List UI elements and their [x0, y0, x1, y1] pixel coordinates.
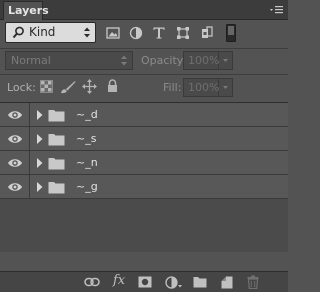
- blend-row: Normal Opacity: 100%: [0, 49, 288, 74]
- folder-icon: [48, 158, 65, 170]
- eye-icon: [8, 135, 22, 143]
- lock-all-icon[interactable]: [107, 79, 118, 96]
- visibility-toggle[interactable]: [0, 175, 30, 199]
- eye-icon: [8, 159, 22, 167]
- search-icon: [12, 26, 25, 45]
- eye-icon: [8, 111, 22, 119]
- fill-input[interactable]: 100%: [183, 78, 219, 97]
- add-mask-icon[interactable]: [138, 276, 152, 291]
- chevron-down-icon: [223, 59, 228, 62]
- tab-layers[interactable]: Layers: [3, 1, 49, 20]
- new-group-icon[interactable]: [193, 276, 207, 291]
- panel-titlebar: Layers: [0, 0, 288, 20]
- smart-object-filter-icon[interactable]: [200, 26, 214, 43]
- adjustment-filter-icon[interactable]: [129, 26, 143, 43]
- folder-icon: [48, 182, 65, 194]
- updown-arrows-icon: [83, 26, 91, 45]
- eye-icon: [8, 183, 22, 191]
- expand-arrow-icon[interactable]: [36, 110, 43, 120]
- expand-arrow-icon[interactable]: [36, 158, 43, 168]
- opacity-label: Opacity:: [141, 54, 187, 67]
- new-layer-icon[interactable]: [221, 276, 233, 292]
- link-layers-icon[interactable]: [84, 277, 100, 290]
- layer-row[interactable]: ~_s: [0, 127, 288, 151]
- fill-label: Fill:: [163, 81, 182, 94]
- visibility-toggle[interactable]: [0, 151, 30, 175]
- image-filter-icon[interactable]: [106, 26, 120, 43]
- layer-name: ~_n: [76, 156, 98, 169]
- folder-icon: [48, 134, 65, 146]
- new-adjustment-icon[interactable]: [165, 276, 183, 292]
- updown-arrows-icon: [120, 54, 128, 72]
- chevron-down-icon: [223, 86, 228, 89]
- shape-filter-icon[interactable]: [176, 26, 190, 43]
- layer-row[interactable]: ~_g: [0, 175, 288, 199]
- opacity-input[interactable]: 100%: [183, 51, 219, 70]
- lock-image-pixels-icon[interactable]: [60, 80, 76, 97]
- add-style-icon[interactable]: fx: [113, 273, 125, 288]
- expand-arrow-icon[interactable]: [36, 134, 43, 144]
- visibility-toggle[interactable]: [0, 103, 30, 127]
- opacity-dropdown[interactable]: [219, 51, 233, 70]
- lock-label: Lock:: [7, 81, 36, 94]
- visibility-toggle[interactable]: [0, 127, 30, 151]
- lock-transparent-pixels-icon[interactable]: [40, 80, 53, 96]
- blend-mode-label: Normal: [11, 54, 51, 67]
- expand-arrow-icon[interactable]: [36, 182, 43, 192]
- filter-kind-select[interactable]: Kind: [5, 22, 96, 43]
- layers-bottom-toolbar: fx: [0, 271, 288, 292]
- lock-row: Lock: Fill: 100%: [0, 75, 288, 100]
- layers-list: ~_d ~_s ~_n ~_g: [0, 102, 288, 252]
- delete-layer-icon[interactable]: [247, 275, 259, 292]
- layer-name: ~_s: [76, 132, 97, 145]
- layer-name: ~_d: [76, 108, 98, 121]
- filter-row: Kind: [0, 20, 288, 48]
- folder-icon: [48, 110, 65, 122]
- layer-row[interactable]: ~_n: [0, 151, 288, 175]
- filter-kind-label: Kind: [29, 25, 56, 39]
- panel-menu-icon[interactable]: [268, 3, 284, 17]
- type-filter-icon[interactable]: [152, 26, 166, 43]
- layer-row[interactable]: ~_d: [0, 103, 288, 127]
- filter-toggle-switch[interactable]: [226, 24, 236, 45]
- blend-mode-select[interactable]: Normal: [5, 51, 133, 70]
- fill-dropdown[interactable]: [219, 78, 233, 97]
- layer-name: ~_g: [76, 180, 98, 193]
- lock-position-icon[interactable]: [82, 79, 97, 97]
